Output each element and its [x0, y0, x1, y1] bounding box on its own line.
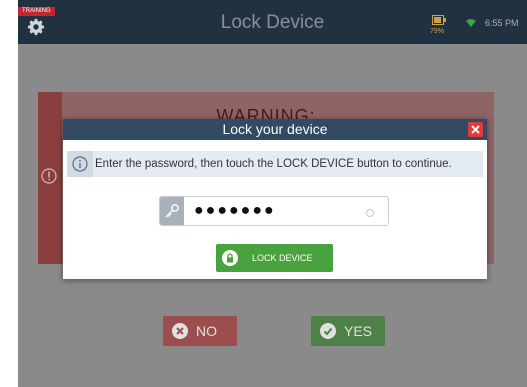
- key-icon: [165, 204, 179, 218]
- no-button[interactable]: NO: [163, 316, 237, 346]
- device-screen: TRAINING Lock Device 79% 6:55 PM WARNING…: [18, 0, 527, 387]
- lock-dialog: Lock your device Enter the password, the…: [63, 119, 487, 279]
- dialog-header: Lock your device: [63, 119, 487, 140]
- password-field[interactable]: ●●●●●●●: [159, 196, 389, 226]
- yes-button[interactable]: YES: [311, 316, 385, 346]
- top-bar: TRAINING Lock Device 79% 6:55 PM: [18, 0, 527, 44]
- battery-percent: 79%: [430, 28, 445, 35]
- no-button-label: NO: [196, 323, 217, 339]
- info-icon: [72, 156, 88, 172]
- info-icon-box: [67, 151, 93, 177]
- clock: 6:55 PM: [485, 18, 519, 28]
- info-text: Enter the password, then touch the LOCK …: [95, 158, 452, 170]
- check-icon: [320, 323, 336, 339]
- clear-icon[interactable]: [366, 209, 374, 217]
- close-icon[interactable]: [468, 122, 483, 137]
- password-input[interactable]: ●●●●●●●: [194, 197, 276, 225]
- wifi-icon: [466, 19, 476, 27]
- key-icon-box: [160, 197, 184, 225]
- info-message: Enter the password, then touch the LOCK …: [67, 151, 483, 177]
- battery-icon: [432, 15, 446, 25]
- alert-icon: [41, 168, 57, 184]
- lock-device-button[interactable]: LOCK DEVICE: [216, 244, 333, 272]
- lock-icon: [222, 250, 238, 266]
- lock-device-label: LOCK DEVICE: [252, 253, 313, 263]
- dialog-title: Lock your device: [222, 121, 328, 137]
- screen-title: Lock Device: [220, 12, 325, 33]
- cancel-icon: [172, 323, 188, 339]
- yes-button-label: YES: [344, 323, 373, 339]
